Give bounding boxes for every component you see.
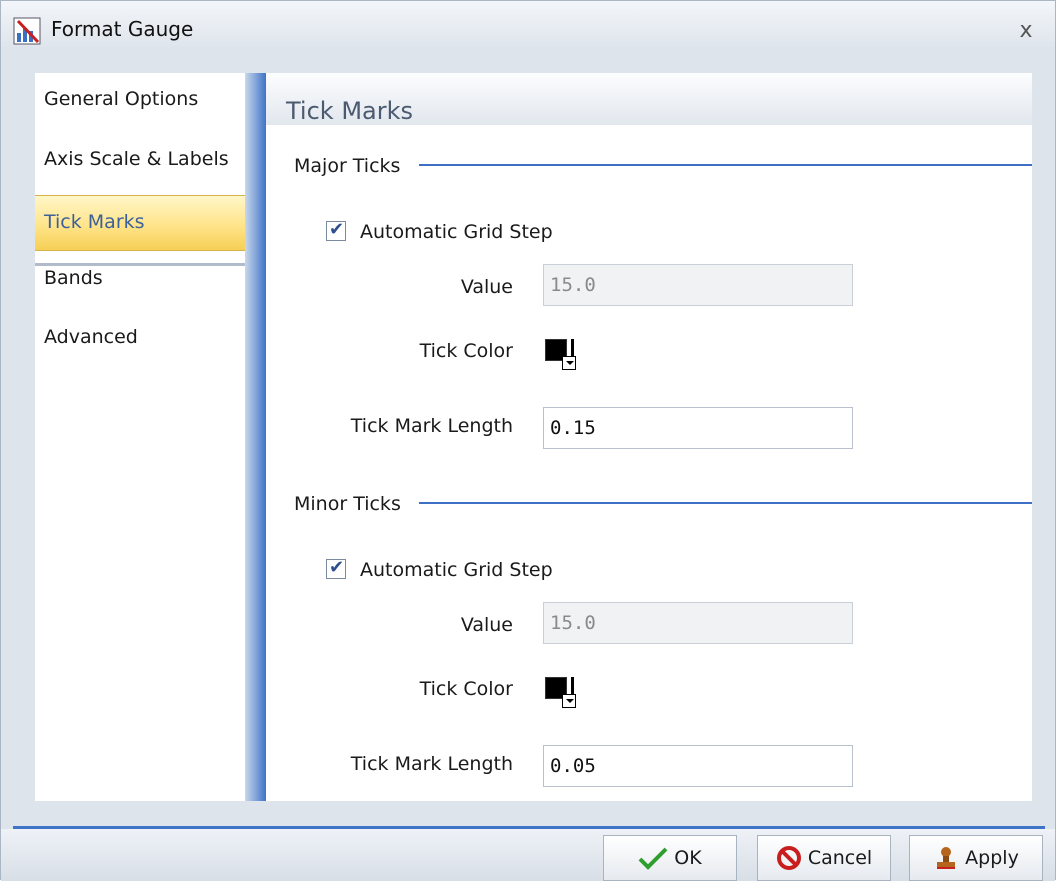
checkmark-icon: ✔	[329, 219, 345, 240]
apply-button[interactable]: Apply	[909, 835, 1043, 881]
minor-auto-grid-checkbox[interactable]: ✔	[326, 557, 346, 579]
content-edge	[245, 73, 266, 801]
major-auto-grid-label[interactable]: Automatic Grid Step	[360, 221, 553, 243]
minor-tick-color-picker[interactable]	[542, 674, 578, 710]
minor-auto-grid-label[interactable]: Automatic Grid Step	[360, 559, 553, 581]
button-bar: OK Cancel Apply	[1, 829, 1055, 881]
major-tick-color-label: Tick Color	[419, 340, 513, 362]
cancel-button[interactable]: Cancel	[757, 835, 891, 881]
close-button[interactable]: x	[1015, 20, 1037, 42]
stamp-icon	[937, 847, 956, 869]
ok-button[interactable]: OK	[603, 835, 737, 881]
minor-tick-color-label: Tick Color	[419, 678, 513, 700]
format-gauge-dialog: Format Gauge x General Options Axis Scal…	[0, 0, 1056, 881]
minor-value-input[interactable]: 15.0	[543, 602, 853, 644]
options-nav: General Options Axis Scale & Labels Tick…	[35, 73, 245, 801]
no-entry-icon	[776, 846, 801, 870]
minor-ticks-label: Minor Ticks	[294, 493, 401, 515]
major-value-label: Value	[460, 276, 513, 298]
nav-item-tick-marks[interactable]: Tick Marks	[35, 195, 245, 251]
gauge-chart-icon	[13, 17, 41, 45]
major-tick-color-picker[interactable]	[542, 336, 578, 372]
tick-marks-panel: Tick Marks Major Ticks ✔ Automatic Grid …	[266, 73, 1032, 801]
minor-tick-length-input[interactable]: 0.05	[543, 745, 853, 787]
dialog-title: Format Gauge	[51, 17, 194, 41]
nav-item-bands[interactable]: Bands	[35, 252, 245, 308]
panel-title: Tick Marks	[286, 97, 413, 125]
major-ticks-divider	[419, 164, 1032, 166]
checkmark-icon: ✔	[329, 557, 345, 578]
minor-tick-length-label: Tick Mark Length	[350, 753, 513, 775]
nav-item-axis-scale-labels[interactable]: Axis Scale & Labels	[35, 133, 245, 189]
panel-header: Tick Marks	[266, 73, 1032, 125]
minor-value-label: Value	[460, 614, 513, 636]
title-bar[interactable]: Format Gauge x	[1, 1, 1055, 47]
minor-ticks-divider	[419, 502, 1032, 504]
cancel-label: Cancel	[807, 847, 873, 869]
major-tick-length-label: Tick Mark Length	[350, 415, 513, 437]
major-tick-length-input[interactable]: 0.15	[543, 407, 853, 449]
nav-item-general-options[interactable]: General Options	[35, 73, 245, 129]
dropdown-arrow-icon	[562, 356, 576, 370]
ok-label: OK	[674, 847, 702, 869]
major-ticks-label: Major Ticks	[294, 155, 401, 177]
dropdown-arrow-icon	[562, 694, 576, 708]
nav-item-advanced[interactable]: Advanced	[35, 311, 245, 367]
major-auto-grid-checkbox[interactable]: ✔	[326, 219, 346, 241]
major-value-input[interactable]: 15.0	[543, 264, 853, 306]
checkmark-icon	[638, 847, 668, 870]
apply-label: Apply	[965, 847, 1019, 869]
